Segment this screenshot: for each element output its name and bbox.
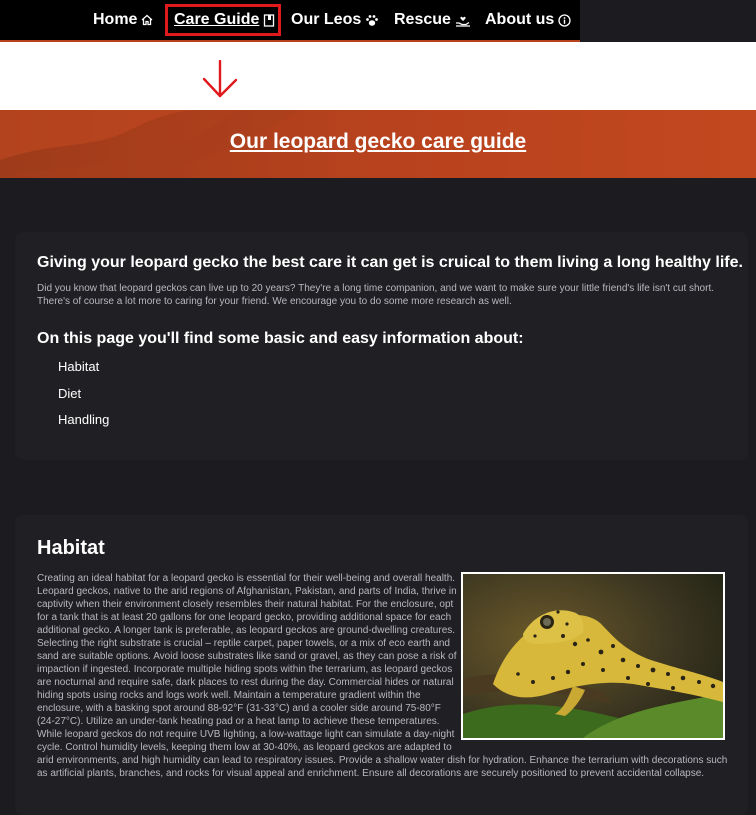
page-title[interactable]: Our leopard gecko care guide [0, 130, 756, 154]
paw-icon [365, 14, 379, 27]
intro-card: Giving your leopard gecko the best care … [15, 232, 748, 460]
nav-item-our-leos[interactable]: Our Leos [291, 0, 379, 40]
nav-item-label: About us [485, 11, 555, 28]
nav-item-home[interactable]: Home [93, 0, 153, 40]
topic-link-habitat[interactable]: Habitat [58, 359, 109, 386]
info-icon [558, 13, 571, 27]
page-banner: Our leopard gecko care guide [0, 110, 756, 178]
down-arrow-icon [200, 59, 240, 105]
topic-link-diet[interactable]: Diet [58, 386, 109, 413]
navbar: Home Care Guide Our Leos Rescue About us [0, 0, 580, 42]
image-spacer [461, 572, 737, 744]
home-icon [141, 14, 153, 26]
hand-heart-icon [455, 13, 471, 27]
topics-heading: On this page you'll find some basic and … [37, 330, 524, 347]
nav-item-label: Our Leos [291, 11, 362, 28]
topic-list: Habitat Diet Handling [58, 359, 109, 439]
habitat-text: Creating an ideal habitat for a leopard … [37, 572, 737, 780]
intro-text: Did you know that leopard geckos can liv… [37, 283, 715, 307]
nav-item-label: Home [93, 11, 138, 28]
active-nav-highlight [165, 4, 281, 36]
habitat-heading: Habitat [37, 537, 105, 559]
habitat-card: Habitat Creating an ideal habitat for a … [15, 515, 748, 815]
header-spacer [0, 42, 756, 110]
nav-item-label: Rescue [394, 11, 451, 28]
nav-item-about-us[interactable]: About us [485, 0, 571, 40]
nav-item-rescue[interactable]: Rescue [394, 0, 471, 40]
topic-link-handling[interactable]: Handling [58, 412, 109, 439]
intro-heading: Giving your leopard gecko the best care … [37, 254, 743, 271]
